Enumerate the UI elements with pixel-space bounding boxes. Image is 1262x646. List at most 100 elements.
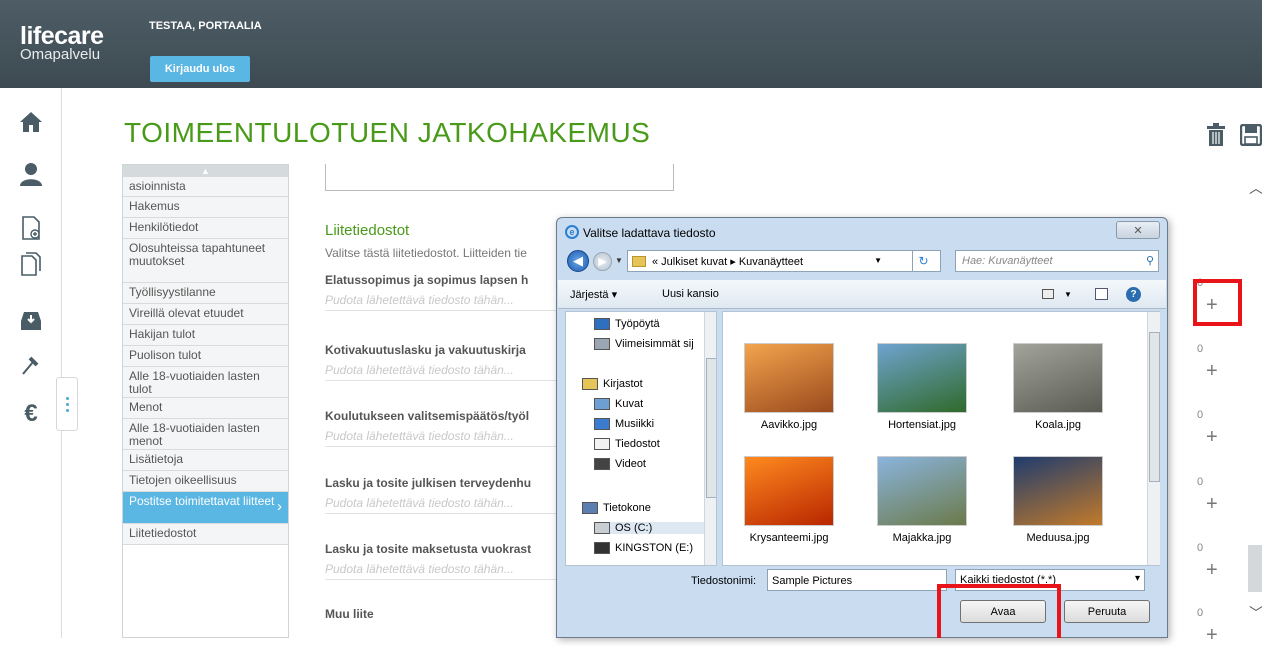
search-input[interactable]: Hae: Kuvanäytteet ⚲: [955, 250, 1159, 272]
trash-icon[interactable]: [1203, 120, 1229, 150]
attachment-drop-zone[interactable]: Pudota lähetettävä tiedosto tähän...: [325, 293, 514, 307]
change-view-icon[interactable]: [1042, 289, 1054, 299]
attachment-count[interactable]: 0: [1197, 409, 1203, 421]
add-attachment-button[interactable]: +: [1206, 361, 1218, 381]
tree-item[interactable]: Kuvat: [594, 398, 643, 410]
file-item[interactable]: Meduusa.jpg: [1003, 456, 1113, 544]
file-list-scrollbar[interactable]: [1147, 312, 1160, 565]
nav-item[interactable]: Tietojen oikeellisuus: [123, 471, 288, 492]
tree-item-label: OS (C:): [615, 522, 653, 534]
add-attachment-button[interactable]: +: [1206, 625, 1218, 645]
cancel-button[interactable]: Peruuta: [1064, 600, 1150, 623]
search-icon[interactable]: ⚲: [1146, 254, 1154, 267]
help-icon[interactable]: ?: [1126, 287, 1141, 302]
attachment-count[interactable]: 0: [1197, 476, 1203, 488]
tree-scrollbar-thumb[interactable]: [706, 358, 716, 498]
tree-item[interactable]: KINGSTON (E:): [594, 542, 693, 554]
attachment-drop-zone[interactable]: Pudota lähetettävä tiedosto tähän...: [325, 363, 514, 377]
nav-item[interactable]: Hakemus: [123, 197, 288, 218]
tree-item[interactable]: Musiikki: [594, 418, 654, 430]
nav-item[interactable]: Henkilötiedot: [123, 218, 288, 239]
scroll-up-chevron-icon[interactable]: ︿: [1249, 178, 1262, 198]
attachment-drop-zone[interactable]: Pudota lähetettävä tiedosto tähän...: [325, 496, 514, 510]
attachment-divider: [325, 446, 560, 447]
tree-scrollbar[interactable]: [704, 312, 716, 565]
file-name: Krysanteemi.jpg: [749, 532, 829, 544]
gavel-icon[interactable]: [15, 350, 47, 382]
new-document-icon[interactable]: [15, 212, 47, 244]
nav-item[interactable]: Puolison tulot: [123, 346, 288, 367]
add-attachment-button[interactable]: +: [1206, 427, 1218, 447]
file-item[interactable]: Hortensiat.jpg: [867, 343, 977, 431]
file-item[interactable]: Aavikko.jpg: [734, 343, 844, 431]
attachments-section-title: Liitetiedostot: [325, 222, 410, 239]
page-scrollbar-thumb[interactable]: [1248, 545, 1262, 592]
logout-button[interactable]: Kirjaudu ulos: [150, 56, 250, 82]
attachment-drop-zone[interactable]: Pudota lähetettävä tiedosto tähän...: [325, 562, 514, 576]
dialog-close-button[interactable]: ✕: [1116, 221, 1160, 239]
tree-item-label: Viimeisimmät sij: [615, 338, 694, 350]
address-dropdown-icon[interactable]: ▼: [874, 256, 882, 265]
tree-item[interactable]: Tietokone: [582, 502, 651, 514]
preview-pane-icon[interactable]: [1095, 288, 1108, 300]
tree-item[interactable]: Viimeisimmät sij: [594, 338, 694, 350]
view-dropdown-icon[interactable]: ▼: [1064, 290, 1072, 299]
add-attachment-button[interactable]: +: [1206, 560, 1218, 580]
tree-item[interactable]: Videot: [594, 458, 646, 470]
icon-rail: €: [0, 88, 62, 638]
file-item[interactable]: Majakka.jpg: [867, 456, 977, 544]
nav-item[interactable]: asioinnista: [123, 177, 288, 197]
nav-item[interactable]: Alle 18-vuotiaiden lasten menot: [123, 419, 288, 450]
tree-item[interactable]: Työpöytä: [594, 318, 660, 330]
file-name: Majakka.jpg: [892, 532, 952, 544]
attachment-count[interactable]: 0: [1197, 607, 1203, 619]
new-folder-button[interactable]: Uusi kansio: [662, 288, 719, 300]
file-list-scrollbar-thumb[interactable]: [1149, 332, 1160, 482]
nav-item[interactable]: Menot: [123, 398, 288, 419]
rail-expand-handle[interactable]: [56, 377, 78, 431]
inbox-download-icon[interactable]: [15, 304, 47, 336]
tree-item[interactable]: OS (C:): [594, 522, 704, 534]
address-breadcrumb[interactable]: « Julkiset kuvat ▸ Kuvanäytteet: [652, 255, 803, 268]
attachment-count[interactable]: 0: [1197, 542, 1203, 554]
file-item[interactable]: Koala.jpg: [1003, 343, 1113, 431]
nav-item[interactable]: Alle 18-vuotiaiden lasten tulot: [123, 367, 288, 398]
scroll-down-chevron-icon[interactable]: ﹀: [1249, 603, 1262, 623]
tree-item[interactable]: Tiedostot: [594, 438, 660, 450]
attachment-drop-zone[interactable]: Pudota lähetettävä tiedosto tähän...: [325, 429, 514, 443]
nav-item[interactable]: Liitetiedostot: [123, 524, 288, 545]
nav-item[interactable]: Postitse toimitettavat liitteet: [123, 492, 288, 524]
attachment-title: Lasku ja tosite julkisen terveydenhu: [325, 476, 532, 490]
save-icon[interactable]: [1238, 120, 1262, 150]
attachment-count[interactable]: 0: [1197, 343, 1203, 355]
euro-icon[interactable]: €: [15, 398, 47, 430]
tree-item[interactable]: Kirjastot: [582, 378, 643, 390]
refresh-icon[interactable]: ↻: [912, 250, 934, 272]
file-item[interactable]: Krysanteemi.jpg: [734, 456, 844, 544]
nav-item[interactable]: Olosuhteissa tapahtuneet muutokset: [123, 239, 288, 283]
tree-item-label: Työpöytä: [615, 318, 660, 330]
attachment-title: Elatussopimus ja sopimus lapsen h: [325, 273, 529, 287]
forward-arrow-icon[interactable]: ▶: [593, 252, 612, 271]
nav-scroll-up-button[interactable]: ▲: [123, 165, 288, 177]
file-thumbnail: [1013, 343, 1103, 413]
nav-item[interactable]: Hakijan tulot: [123, 325, 288, 346]
nav-item[interactable]: Vireillä olevat etuudet: [123, 304, 288, 325]
back-arrow-icon[interactable]: ◀: [567, 250, 589, 272]
person-icon[interactable]: [15, 158, 47, 190]
address-bar[interactable]: « Julkiset kuvat ▸ Kuvanäytteet ▼: [627, 250, 941, 272]
filename-input[interactable]: Sample Pictures: [767, 569, 947, 591]
home-icon[interactable]: [15, 106, 47, 138]
add-attachment-button[interactable]: +: [1206, 494, 1218, 514]
attachment-divider: [325, 380, 560, 381]
documents-icon[interactable]: [15, 248, 47, 280]
nav-item[interactable]: Työllisyystilanne: [123, 283, 288, 304]
file-thumbnail: [744, 456, 834, 526]
attachment-divider: [325, 579, 560, 580]
nav-item[interactable]: Lisätietoja: [123, 450, 288, 471]
organize-menu[interactable]: Järjestä ▾: [570, 288, 617, 301]
file-thumbnail: [877, 343, 967, 413]
page-title: TOIMEENTULOTUEN JATKOHAKEMUS: [124, 117, 651, 148]
attachment-divider: [325, 513, 560, 514]
history-dropdown-icon[interactable]: ▼: [615, 256, 623, 265]
